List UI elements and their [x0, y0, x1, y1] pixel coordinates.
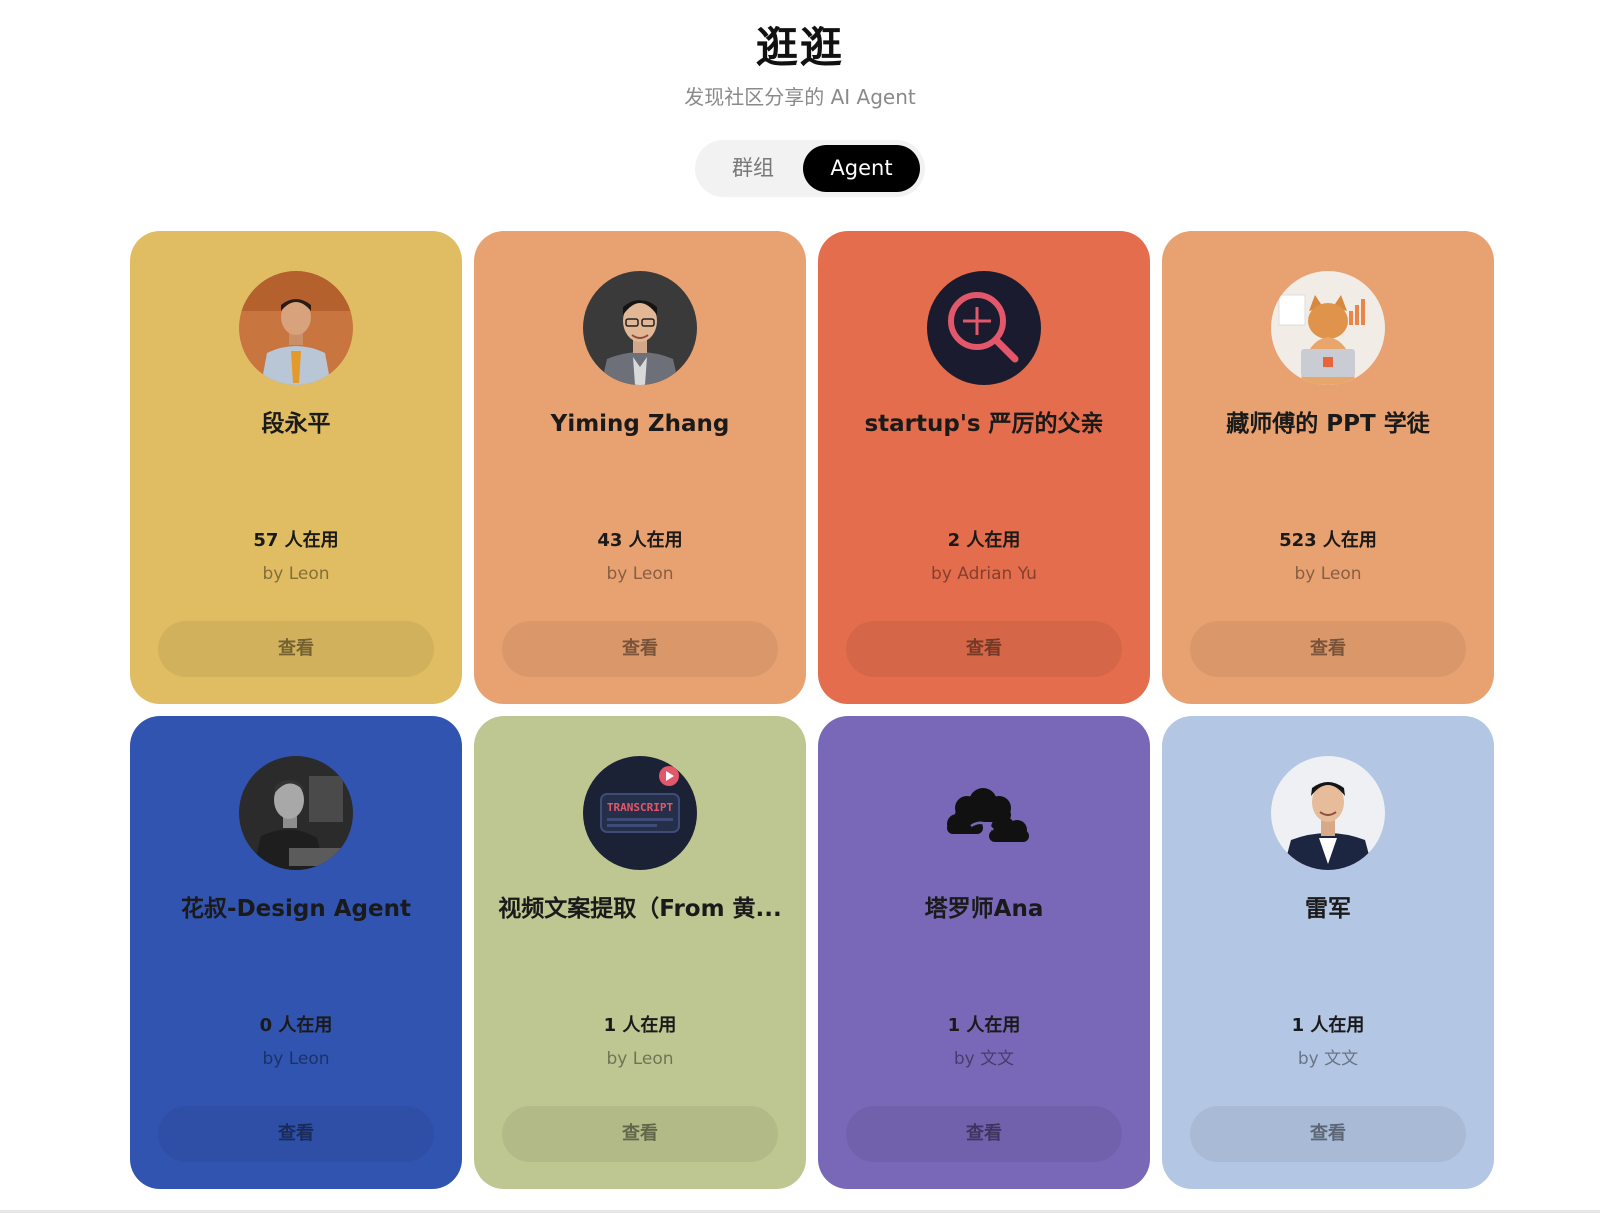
agent-author: by Leon: [1294, 564, 1362, 584]
view-button[interactable]: 查看: [502, 1106, 778, 1162]
view-button[interactable]: 查看: [158, 1106, 434, 1162]
page-header: 逛逛 发现社区分享的 AI Agent: [0, 0, 1600, 110]
page-title: 逛逛: [755, 23, 844, 72]
agent-name: Yiming Zhang: [550, 411, 730, 437]
usage-count: 1 人在用: [947, 1015, 1021, 1036]
usage-count: 523 人在用: [1279, 530, 1377, 551]
agent-card[interactable]: 塔罗师Ana 1 人在用 by 文文 查看: [818, 716, 1150, 1189]
agent-card[interactable]: startup's 严厉的父亲 2 人在用 by Adrian Yu 查看: [818, 231, 1150, 704]
agent-name: 雷军: [1305, 896, 1351, 922]
agent-card[interactable]: 雷军 1 人在用 by 文文 查看: [1162, 716, 1494, 1189]
svg-text:TRANSCRIPT: TRANSCRIPT: [607, 801, 674, 814]
tab-agent[interactable]: Agent: [803, 145, 920, 192]
agent-name: 视频文案提取（From 黄...: [498, 896, 782, 922]
avatar: [239, 756, 353, 870]
cloud-icon: [927, 756, 1041, 870]
magnifier-icon: [927, 271, 1041, 385]
agent-author: by Leon: [262, 564, 330, 584]
agent-author: by Adrian Yu: [931, 564, 1037, 584]
agent-name: 塔罗师Ana: [924, 896, 1044, 922]
agent-card[interactable]: Yiming Zhang 43 人在用 by Leon 查看: [474, 231, 806, 704]
agent-name: 藏师傅的 PPT 学徒: [1226, 411, 1430, 437]
usage-count: 43 人在用: [597, 530, 683, 551]
view-button[interactable]: 查看: [1190, 1106, 1466, 1162]
avatar: [583, 271, 697, 385]
tab-groups[interactable]: 群组: [701, 145, 805, 192]
agent-author: by 文文: [1297, 1049, 1359, 1069]
view-button[interactable]: 查看: [846, 621, 1122, 677]
agent-card[interactable]: 藏师傅的 PPT 学徒 523 人在用 by Leon 查看: [1162, 231, 1494, 704]
page-subtitle: 发现社区分享的 AI Agent: [684, 85, 916, 109]
agent-author: by Leon: [262, 1049, 330, 1069]
agent-name: 段永平: [261, 411, 331, 437]
transcript-icon: TRANSCRIPT: [583, 756, 697, 870]
cat-laptop-image: [1271, 271, 1385, 385]
avatar: [1271, 756, 1385, 870]
agent-card[interactable]: 花叔-Design Agent 0 人在用 by Leon 查看: [130, 716, 462, 1189]
view-button[interactable]: 查看: [1190, 621, 1466, 677]
avatar: [239, 271, 353, 385]
agent-author: by 文文: [953, 1049, 1015, 1069]
view-toggle: 群组 Agent: [695, 140, 925, 197]
usage-count: 2 人在用: [947, 530, 1021, 551]
agent-grid: 段永平 57 人在用 by Leon 查看 Yiming Zhang 43 人在…: [130, 231, 1494, 1189]
usage-count: 1 人在用: [603, 1015, 677, 1036]
agent-author: by Leon: [606, 1049, 674, 1069]
view-button[interactable]: 查看: [846, 1106, 1122, 1162]
agent-author: by Leon: [606, 564, 674, 584]
usage-count: 57 人在用: [253, 530, 339, 551]
view-button[interactable]: 查看: [158, 621, 434, 677]
agent-card[interactable]: 段永平 57 人在用 by Leon 查看: [130, 231, 462, 704]
usage-count: 0 人在用: [259, 1015, 333, 1036]
usage-count: 1 人在用: [1291, 1015, 1365, 1036]
agent-card[interactable]: TRANSCRIPT 视频文案提取（From 黄... 1 人在用 by Leo…: [474, 716, 806, 1189]
view-button[interactable]: 查看: [502, 621, 778, 677]
agent-name: 花叔-Design Agent: [181, 896, 411, 922]
agent-name: startup's 严厉的父亲: [864, 411, 1104, 437]
